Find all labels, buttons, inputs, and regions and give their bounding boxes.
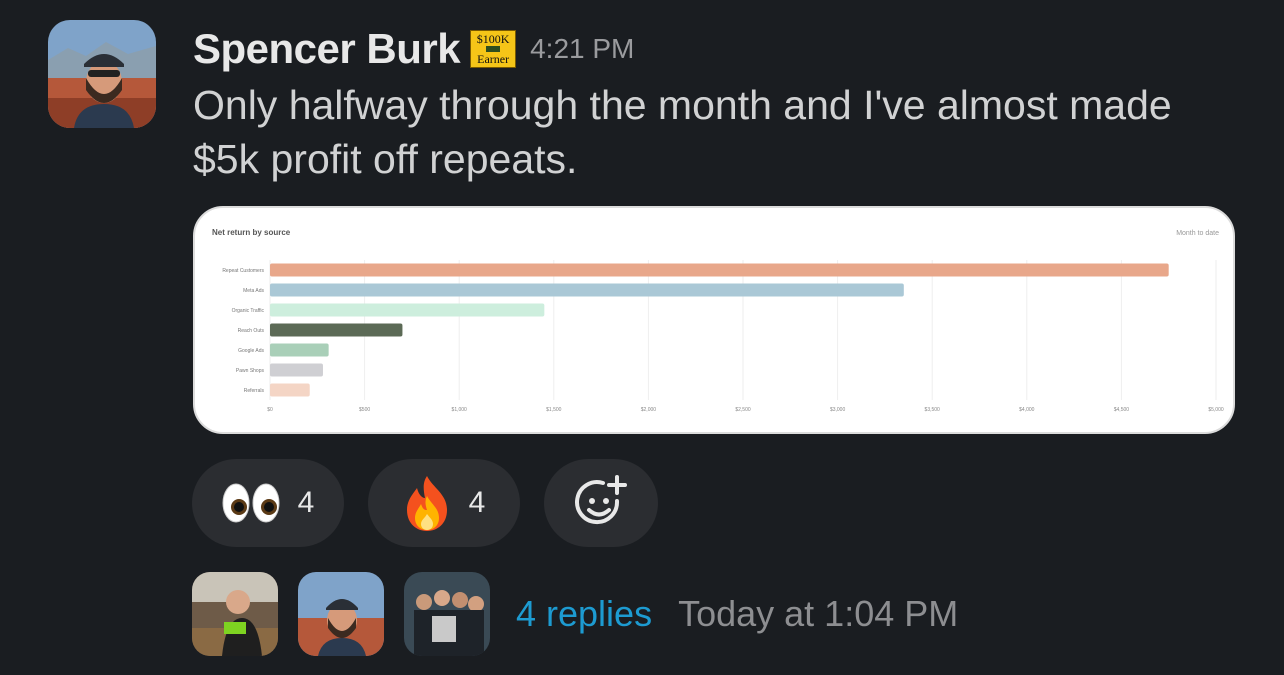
bar (270, 363, 323, 377)
category-label: Meta Ads (243, 288, 264, 294)
bar (270, 263, 1169, 277)
reaction-eyes[interactable]: 4 (192, 459, 344, 547)
reply-avatar (192, 572, 278, 656)
x-tick-label: $0 (267, 407, 273, 413)
chart-title: Net return by source (212, 228, 291, 237)
message-header: Spencer Burk $100K Earner 4:21 PM (193, 24, 634, 74)
x-tick-label: $500 (359, 407, 370, 413)
x-tick-label: $4,000 (1019, 407, 1035, 413)
category-label: Organic Traffic (232, 308, 265, 314)
bar (270, 323, 403, 337)
bar (270, 283, 904, 297)
x-tick-label: $1,000 (452, 407, 468, 413)
avatar-photo (48, 20, 156, 128)
x-tick-label: $2,000 (641, 407, 657, 413)
reply-avatar (404, 572, 490, 656)
chart-x-tick-labels: $0 $500 $1,000 $1,500 $2,000 $2,500 $3,000 $3,5… (267, 407, 1224, 413)
x-tick-label: $3,000 (830, 407, 846, 413)
reply-avatar-photo (298, 572, 384, 656)
category-label: Reach Outs (238, 328, 265, 334)
reaction-fire[interactable]: 4 (368, 459, 520, 547)
chart-bars (270, 263, 1169, 397)
bar (270, 303, 545, 317)
earner-badge: $100K Earner (470, 30, 517, 68)
reply-avatar-photo (192, 572, 278, 656)
x-tick-label: $2,500 (735, 407, 751, 413)
reaction-count: 4 (468, 486, 486, 519)
chart-category-labels: Repeat Customers Meta Ads Organic Traffic R… (222, 268, 264, 394)
message-text: Only halfway through the month and I've … (193, 82, 1172, 182)
x-tick-label: $5,000 (1208, 407, 1224, 413)
category-label: Repeat Customers (222, 268, 264, 274)
add-reaction-button[interactable] (544, 459, 658, 547)
x-tick-label: $4,500 (1114, 407, 1130, 413)
reply-count-link[interactable]: 4 replies (516, 593, 652, 635)
thread-summary[interactable]: 4 replies Today at 1:04 PM (192, 572, 958, 656)
category-label: Referrals (244, 388, 265, 394)
fire-icon (403, 474, 451, 532)
reply-avatar (298, 572, 384, 656)
reply-avatar-photo (404, 572, 490, 656)
author-avatar[interactable] (48, 20, 156, 128)
author-name[interactable]: Spencer Burk (193, 25, 461, 73)
eyes-icon (222, 481, 280, 525)
category-label: Pawn Shops (236, 368, 265, 374)
bar (270, 343, 329, 357)
category-label: Google Ads (238, 348, 264, 354)
x-tick-label: $3,500 (925, 407, 941, 413)
x-tick-label: $1,500 (546, 407, 562, 413)
bar (270, 383, 310, 397)
badge-bottom-text: Earner (477, 52, 510, 66)
message-timestamp[interactable]: 4:21 PM (530, 33, 634, 65)
badge-top-text: $100K (476, 32, 510, 46)
bar-chart: Net return by source Month to date Repea… (212, 228, 1224, 413)
chart-subtitle: Month to date (1176, 230, 1219, 237)
reaction-count: 4 (297, 486, 315, 519)
chart-attachment[interactable]: Net return by source Month to date Repea… (193, 206, 1235, 434)
add-emoji-icon (575, 475, 627, 525)
last-reply-time: Today at 1:04 PM (678, 593, 959, 634)
chart-grid (269, 260, 1217, 400)
